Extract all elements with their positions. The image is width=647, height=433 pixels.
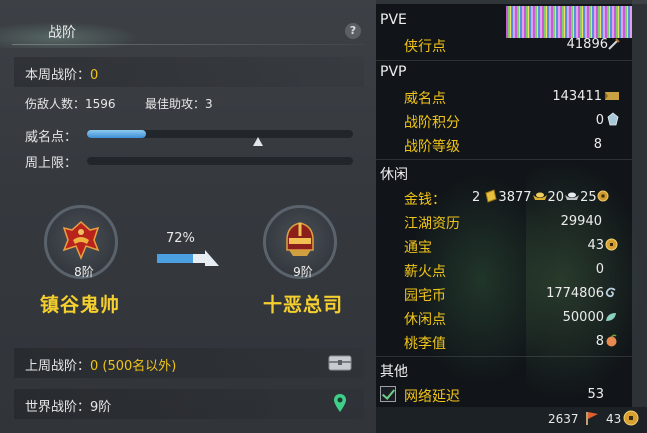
leisure-item-label: 江湖资历 (404, 216, 460, 232)
reputation-cap-marker (253, 137, 263, 146)
section-pvp-title: PVP (380, 64, 407, 80)
pvp-item-value: 143411 (552, 89, 602, 104)
weekly-rank-value: 0 (90, 68, 99, 83)
section-divider (376, 60, 632, 61)
side-scroll-edge (632, 0, 647, 433)
kills-stat: 伤敌人数：1596 (25, 97, 116, 111)
last-week-rank: 上周战阶：0 (500名以外) (25, 355, 176, 374)
leisure-item-label: 薪火点 (404, 264, 446, 280)
gold-ingot-icon (532, 192, 547, 200)
panel-title: 战阶 (48, 25, 76, 41)
silver-ingot-icon (565, 192, 580, 200)
pvp-item-value: 8 (593, 137, 602, 152)
section-divider (376, 159, 632, 160)
top-strip (376, 0, 647, 4)
section-leisure-title: 休闲 (380, 167, 408, 183)
leisure-item-value: 29940 (560, 214, 602, 229)
leisure-item-label: 桃李值 (404, 336, 446, 352)
latency-checkbox[interactable] (380, 386, 396, 402)
chest-icon[interactable] (328, 354, 352, 372)
money-ingot-value: 20 (547, 190, 565, 205)
coin-icon[interactable] (623, 410, 639, 426)
last-week-label: 上周战阶： (25, 359, 91, 374)
weekly-rank-label-text: 本周战阶： (25, 68, 91, 83)
leisure-item-value: 50000 (562, 310, 604, 325)
pvp-item-label: 战阶等级 (404, 139, 460, 155)
helmet-icon (286, 222, 314, 256)
leisure-item-label: 园宅币 (404, 288, 446, 304)
leisure-item-value: 43 (587, 238, 604, 253)
section-other-title: 其他 (380, 364, 408, 380)
latency-label: 网络延迟 (404, 389, 460, 405)
rank-progress-percent: 72% (166, 231, 195, 246)
pve-item-label: 侠行点 (404, 39, 446, 55)
flag-icon[interactable] (584, 410, 600, 426)
pvp-item-label: 战阶积分 (404, 115, 460, 131)
weekly-rank-label: 本周战阶：0 (25, 64, 98, 83)
leisure-item-value: 0 (595, 262, 604, 277)
money-gold-value: 2 (472, 190, 481, 205)
gold-bar-icon (485, 189, 498, 203)
money-label: 金钱： (404, 192, 446, 208)
world-rank-label: 世界战阶： (25, 400, 91, 415)
reputation-bar (87, 130, 353, 138)
location-pin-icon[interactable] (333, 393, 347, 413)
best-assist-stat: 最佳助攻：3 (145, 97, 213, 111)
bottom-left-value: 2637 (548, 412, 579, 426)
leisure-item-label: 通宝 (404, 240, 432, 256)
pve-item-value: 41896 (566, 37, 608, 52)
money-values: 2 3877 20 25 (472, 189, 609, 205)
sword-icon (608, 38, 620, 50)
currency-tooltip-panel: PVE 侠行点 41896 PVP 威名点 143411 战阶积分 0 战阶等级… (376, 0, 647, 433)
current-rank-title: 镇谷鬼帅 (40, 294, 121, 316)
progress-arrow-icon (157, 250, 219, 266)
peach-icon (606, 334, 617, 347)
coin-icon (605, 238, 618, 251)
last-week-value: 0 (500名以外) (90, 359, 177, 374)
weekly-cap-label: 周上限： (25, 156, 78, 171)
helmet-icon (62, 220, 100, 260)
crystal-icon (607, 112, 619, 126)
battle-rank-panel: 战阶 ? 本周战阶：0 伤敌人数：1596 最佳助攻：3 威名点： 周上限： 8… (0, 0, 376, 433)
leaf-icon (606, 313, 616, 321)
money-copper-value: 25 (580, 190, 597, 205)
current-rank-level: 8阶 (74, 265, 94, 279)
section-divider (376, 356, 632, 357)
banner-icon (605, 92, 619, 100)
pvp-item-label: 威名点 (404, 91, 446, 107)
money-silver-value: 3877 (498, 190, 532, 205)
world-rank-value: 9阶 (90, 400, 112, 415)
pvp-item-value: 0 (595, 113, 604, 128)
help-icon[interactable]: ? (345, 23, 361, 39)
world-rank: 世界战阶：9阶 (25, 396, 111, 415)
decorative-stripes (506, 6, 632, 38)
section-pve-title: PVE (380, 12, 407, 28)
weekly-cap-bar (87, 157, 353, 165)
latency-value: 53 (587, 387, 604, 402)
copper-coin-icon (597, 190, 609, 202)
swirl-icon (605, 287, 616, 298)
reputation-bar-fill (87, 130, 146, 138)
leisure-item-value: 8 (595, 334, 604, 349)
next-rank-title: 十恶总司 (263, 294, 344, 316)
header-divider (12, 44, 364, 45)
leisure-item-label: 休闲点 (404, 312, 446, 328)
reputation-label: 威名点： (25, 130, 78, 145)
next-rank-level: 9阶 (293, 265, 313, 279)
leisure-item-value: 1774806 (546, 286, 604, 301)
bottom-right-value: 43 (606, 412, 622, 426)
